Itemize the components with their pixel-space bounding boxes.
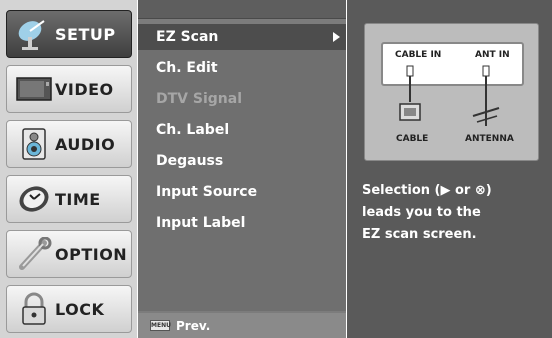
category-lock[interactable]: LOCK — [6, 285, 132, 333]
menu-item-label: Ch. Label — [156, 122, 230, 138]
device-label-cable: CABLE — [396, 134, 429, 144]
satellite-dish-icon — [13, 16, 55, 52]
menu-list: EZ Scan Ch. Edit DTV Signal Ch. Label De… — [138, 24, 346, 311]
category-label: TIME — [55, 189, 101, 209]
category-label: AUDIO — [55, 134, 116, 154]
category-label: VIDEO — [55, 79, 114, 99]
help-line: EZ scan screen. — [362, 227, 477, 242]
category-sidebar: SETUP VIDEO AUDIO TIME OPTION LOCK — [0, 0, 137, 338]
category-label: SETUP — [55, 24, 116, 44]
info-panel: CABLE IN ANT IN CABLE ANTENNA — [347, 0, 552, 338]
category-label: OPTION — [55, 244, 128, 264]
menu-item-label: DTV Signal — [156, 91, 242, 107]
device-label-antenna: ANTENNA — [465, 134, 514, 144]
help-line: Selection (▶ or ⊗) — [362, 183, 492, 198]
help-description: Selection (▶ or ⊗) leads you to the EZ s… — [362, 180, 542, 246]
menu-item-input-source[interactable]: Input Source — [138, 179, 346, 205]
menu-key-icon: MENU — [150, 320, 171, 331]
wrench-icon — [13, 236, 55, 272]
menu-item-label: Degauss — [156, 153, 224, 169]
connection-diagram: CABLE IN ANT IN CABLE ANTENNA — [364, 23, 539, 161]
category-time[interactable]: TIME — [6, 175, 132, 223]
menu-item-label: Input Source — [156, 184, 258, 200]
tv-screen-icon — [13, 71, 55, 107]
menu-top-bar — [138, 0, 346, 19]
tv-menu-screen: SETUP VIDEO AUDIO TIME OPTION LOCK EZ Sc… — [0, 0, 552, 338]
menu-item-dtv-signal: DTV Signal — [138, 86, 346, 112]
category-option[interactable]: OPTION — [6, 230, 132, 278]
setup-menu-panel: EZ Scan Ch. Edit DTV Signal Ch. Label De… — [138, 0, 346, 338]
menu-item-input-label[interactable]: Input Label — [138, 210, 346, 236]
category-audio[interactable]: AUDIO — [6, 120, 132, 168]
clock-icon — [13, 181, 55, 217]
menu-item-label: Input Label — [156, 215, 246, 231]
category-setup[interactable]: SETUP — [6, 10, 132, 58]
submenu-arrow-icon — [333, 32, 340, 42]
category-label: LOCK — [55, 299, 105, 319]
category-video[interactable]: VIDEO — [6, 65, 132, 113]
menu-item-label: Ch. Edit — [156, 60, 218, 76]
padlock-icon — [13, 291, 55, 327]
menu-item-degauss[interactable]: Degauss — [138, 148, 346, 174]
menu-item-ez-scan[interactable]: EZ Scan — [138, 24, 346, 50]
menu-item-ch-label[interactable]: Ch. Label — [138, 117, 346, 143]
menu-item-ch-edit[interactable]: Ch. Edit — [138, 55, 346, 81]
help-line: leads you to the — [362, 205, 481, 220]
menu-footer: MENU Prev. — [138, 313, 346, 338]
prev-hint[interactable]: Prev. — [176, 319, 210, 333]
speaker-icon — [13, 126, 55, 162]
menu-item-label: EZ Scan — [156, 29, 219, 45]
